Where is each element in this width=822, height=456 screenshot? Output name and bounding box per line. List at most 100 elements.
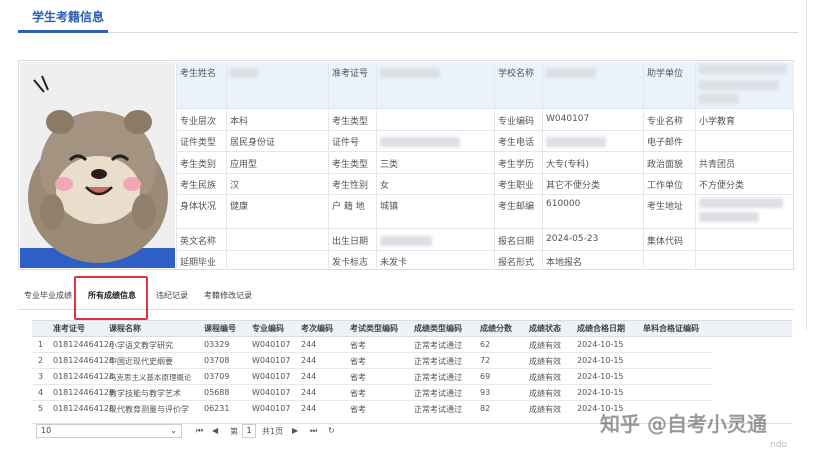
cell-score: 69 (480, 372, 491, 381)
info-col-divider (643, 62, 644, 268)
cell-score-type: 正常考试通过 (414, 373, 462, 382)
tab-violations[interactable]: 违纪记录 (156, 290, 188, 301)
cell-course-name: 小学语文教学研究 (109, 341, 173, 350)
row-number: 2 (38, 356, 44, 365)
cell-exam-type: 省考 (350, 373, 366, 382)
info-col-divider (328, 62, 329, 268)
info-col-divider (542, 62, 543, 268)
col-score[interactable]: 成绩分数 (480, 323, 512, 334)
col-major-code[interactable]: 专业编码 (252, 323, 284, 334)
label-id-no: 证件号 (332, 138, 360, 148)
cell-course-code: 03709 (204, 372, 230, 381)
info-col-divider (376, 62, 377, 268)
cell-score-type: 正常考试通过 (414, 405, 462, 414)
prev-page-icon[interactable]: ◀ (212, 426, 218, 435)
cell-major-code: W040107 (252, 388, 291, 397)
cell-exam-type: 省考 (350, 389, 366, 398)
value-register-date: 2024-05-23 (546, 234, 599, 244)
cell-major-code: W040107 (252, 340, 291, 349)
cell-session-code: 244 (301, 404, 317, 413)
title-divider (18, 32, 798, 33)
redacted-birth (380, 236, 432, 246)
col-course-name[interactable]: 课程名称 (109, 323, 141, 334)
highlight-box (74, 276, 148, 320)
label-category: 考生类别 (180, 160, 217, 170)
col-session-code[interactable]: 考次编码 (301, 323, 333, 334)
cell-pass-date: 2024-10-15 (577, 372, 624, 381)
label-delay-grad: 延期毕业 (180, 258, 217, 268)
col-score-status[interactable]: 成绩状态 (529, 323, 561, 334)
redacted-school (546, 68, 596, 78)
value-gender: 女 (380, 181, 390, 191)
label-education: 考生学历 (498, 160, 535, 170)
info-row-divider (176, 108, 794, 109)
first-page-icon[interactable]: ⏮ (196, 426, 203, 436)
next-page-icon[interactable]: ▶ (292, 426, 298, 435)
page-size-select[interactable]: 10 ⌄ (36, 424, 182, 438)
col-exam-id[interactable]: 准考证号 (53, 323, 85, 334)
row-number: 4 (38, 388, 44, 397)
cell-exam-type: 省考 (350, 341, 366, 350)
label-student-type: 考生类型 (332, 117, 369, 127)
cell-session-code: 244 (301, 372, 317, 381)
label-work-unit: 工作单位 (647, 181, 684, 191)
value-ethnic: 汉 (230, 181, 240, 191)
cell-status: 成绩有效 (529, 373, 561, 382)
label-major-code: 专业编码 (498, 117, 535, 127)
label-household: 户 籍 地 (332, 202, 365, 212)
cell-score-type: 正常考试通过 (414, 357, 462, 366)
cell-session-code: 244 (301, 340, 317, 349)
cell-course-name: 马克思主义基本原理概论 (109, 373, 192, 382)
label-id-type: 证件类型 (180, 138, 217, 148)
page-number-input[interactable]: 1 (242, 424, 256, 438)
value-major-code: W040107 (546, 114, 590, 124)
panel-border (806, 0, 807, 330)
tab-major-grad-scores[interactable]: 专业毕业成绩 (24, 290, 72, 301)
cell-score: 82 (480, 404, 491, 413)
label-card-flag: 发卡标志 (332, 258, 369, 268)
col-pass-date[interactable]: 成绩合格日期 (577, 323, 625, 334)
col-certificate-code[interactable]: 单科合格证编码 (643, 323, 699, 334)
tab-record-changes[interactable]: 考籍修改记录 (204, 290, 252, 301)
col-course-code[interactable]: 课程编号 (204, 323, 236, 334)
label-school: 学校名称 (498, 69, 535, 79)
refresh-icon[interactable]: ↻ (328, 426, 335, 435)
watermark-small: ndo (770, 440, 787, 450)
col-score-type-code[interactable]: 成绩类型编码 (414, 323, 462, 334)
label-major-name: 专业名称 (647, 117, 684, 127)
label-ethnic: 考生民族 (180, 181, 217, 191)
cell-pass-date: 2024-10-15 (577, 340, 624, 349)
value-category: 应用型 (230, 160, 258, 170)
col-exam-type-code[interactable]: 考试类型编码 (350, 323, 398, 334)
label-name: 考生姓名 (180, 69, 217, 79)
cell-course-name: 教学技能与教学艺术 (109, 389, 181, 398)
label-register-form: 报名形式 (498, 258, 535, 268)
student-photo (20, 62, 175, 268)
cell-course-code: 05688 (204, 388, 230, 397)
row-divider (32, 352, 712, 353)
page-size-value: 10 (41, 426, 52, 435)
value-card-flag: 未发卡 (380, 258, 408, 268)
label-exam-type: 考生类型 (332, 160, 369, 170)
otter-avatar-icon (20, 62, 175, 268)
cell-course-code: 03708 (204, 356, 230, 365)
value-exam-type: 三类 (380, 160, 399, 170)
cell-major-code: W040107 (252, 356, 291, 365)
redacted-phone (546, 137, 606, 147)
cell-exam-type: 省考 (350, 357, 366, 366)
redacted-exam-id (380, 68, 440, 78)
value-household: 城镇 (380, 202, 399, 212)
label-en-name: 英文名称 (180, 237, 217, 247)
value-major-name: 小学教育 (699, 117, 736, 127)
info-row-divider (176, 130, 794, 131)
row-divider (32, 368, 712, 369)
redacted-name (230, 68, 258, 78)
cell-status: 成绩有效 (529, 389, 561, 398)
cell-exam-id: 018124464128 (53, 372, 115, 381)
redacted-address (699, 212, 759, 222)
value-health: 健康 (230, 202, 249, 212)
last-page-icon[interactable]: ⏭ (310, 426, 317, 436)
info-row-divider (176, 151, 794, 152)
label-gender: 考生性别 (332, 181, 369, 191)
row-divider (32, 400, 712, 401)
